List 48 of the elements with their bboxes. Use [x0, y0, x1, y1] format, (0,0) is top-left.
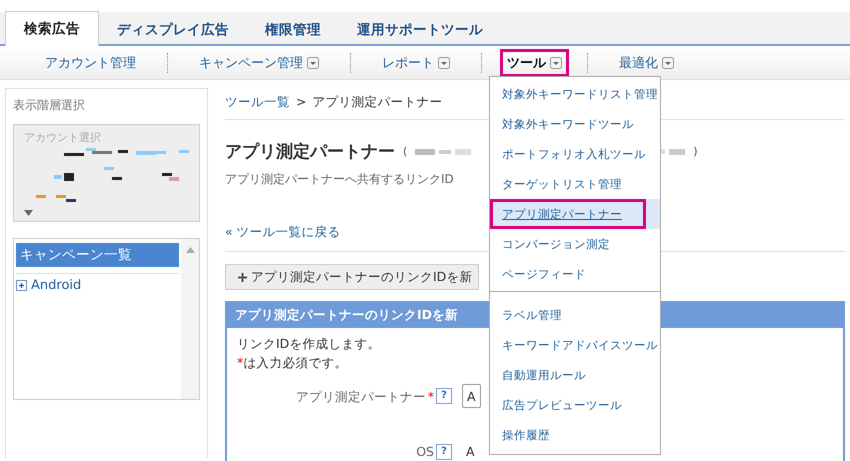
- bracket: ): [693, 145, 698, 158]
- menu-item[interactable]: アプリ測定パートナー: [490, 199, 646, 229]
- back-link[interactable]: « ツール一覧に戻る: [225, 224, 341, 239]
- select-field[interactable]: A: [462, 384, 481, 408]
- section-label: 表示階層選択: [13, 97, 86, 114]
- breadcrumb-link[interactable]: ツール一覧: [225, 94, 290, 111]
- menu-item[interactable]: ポートフォリオ入札ツール: [490, 139, 660, 169]
- menu-item[interactable]: 対象外キーワードツール: [490, 109, 660, 139]
- help-icon[interactable]: ?: [436, 444, 452, 460]
- nav-menu-item[interactable]: アカウント管理: [36, 48, 145, 76]
- breadcrumb-separator: >: [296, 94, 306, 111]
- menu-item[interactable]: ラベル管理: [490, 300, 660, 330]
- plus-icon: [238, 272, 247, 282]
- menu-item[interactable]: 対象外キーワードリスト管理: [490, 79, 660, 109]
- field-label: OS: [416, 443, 434, 461]
- scroll-up-icon[interactable]: [186, 247, 194, 253]
- menu-item[interactable]: ページフィード: [490, 259, 660, 289]
- placeholder-text: アカウント選択: [24, 130, 102, 145]
- nav-menu-item[interactable]: 最適化: [610, 48, 683, 76]
- tree-item[interactable]: Android: [31, 278, 82, 293]
- menu-item[interactable]: コンバージョン測定: [490, 229, 660, 259]
- list-header: キャンペーン一覧: [16, 243, 179, 267]
- tab[interactable]: 権限管理: [247, 13, 339, 46]
- menu-item[interactable]: 自動運用ルール: [490, 360, 660, 390]
- description-text: アプリ測定パートナーへ共有するリンクID: [225, 171, 454, 188]
- page-title: アプリ測定パートナー: [225, 141, 395, 163]
- field-value: A: [466, 443, 475, 461]
- menu-item[interactable]: 操作履歴: [490, 420, 660, 450]
- required-note: は入力必須です。: [243, 355, 348, 370]
- add-button[interactable]: アプリ測定パートナーのリンクIDを新: [225, 264, 480, 290]
- expand-icon[interactable]: [16, 280, 27, 291]
- menu-item[interactable]: 広告プレビューツール: [490, 390, 660, 420]
- menu-item[interactable]: ターゲットリスト管理: [490, 169, 660, 199]
- nav-menu-item[interactable]: レポート: [373, 48, 459, 76]
- help-icon[interactable]: ?: [436, 388, 452, 404]
- field-label: アプリ測定パートナー: [296, 388, 426, 406]
- bracket: (: [403, 145, 408, 158]
- caret-icon: [24, 210, 33, 216]
- required-mark: *: [237, 355, 244, 370]
- tab[interactable]: 検索広告: [5, 11, 99, 46]
- scrollbar[interactable]: [181, 239, 199, 399]
- nav-menu-item[interactable]: キャンペーン管理: [190, 48, 328, 76]
- menu-item[interactable]: キーワードアドバイスツール: [490, 330, 660, 360]
- required-mark: *: [428, 388, 434, 406]
- breadcrumb-current: アプリ測定パートナー: [312, 94, 442, 111]
- tab[interactable]: ディスプレイ広告: [99, 13, 247, 46]
- intro-text: リンクIDを作成します。: [237, 335, 380, 353]
- tab[interactable]: 運用サポートツール: [339, 13, 501, 46]
